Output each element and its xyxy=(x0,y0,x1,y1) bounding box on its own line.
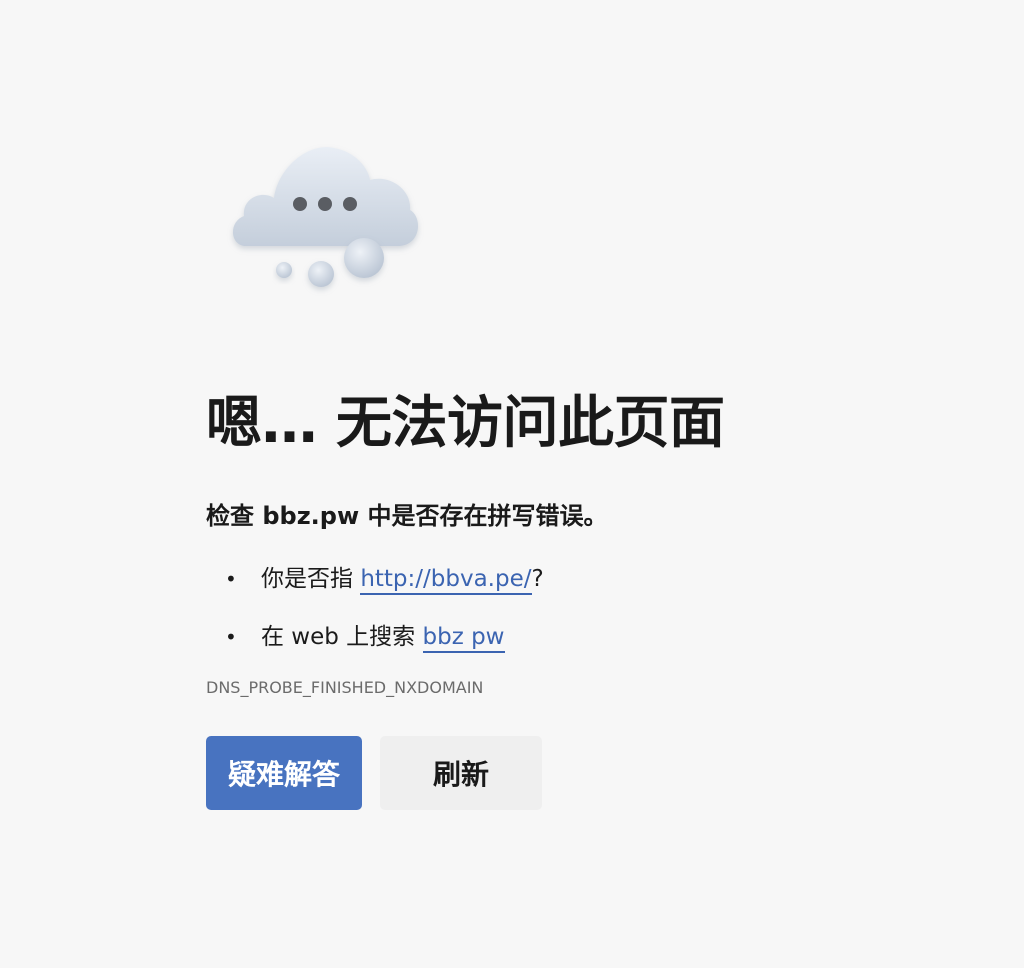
search-web-text: 在 web 上搜索 xyxy=(261,624,423,650)
thinking-cloud-icon xyxy=(224,138,424,298)
did-you-mean-text: 你是否指 xyxy=(261,566,361,592)
suggestion-list: • 你是否指 http://bbva.pe/? • 在 web 上搜索 bbz … xyxy=(206,562,986,654)
did-you-mean-link[interactable]: http://bbva.pe/ xyxy=(360,566,532,595)
list-item-search-web: • 在 web 上搜索 bbz pw xyxy=(206,620,986,654)
troubleshoot-button[interactable]: 疑难解答 xyxy=(206,736,362,810)
list-item-did-you-mean: • 你是否指 http://bbva.pe/? xyxy=(206,562,986,596)
did-you-mean-suffix: ? xyxy=(531,566,544,592)
error-code: DNS_PROBE_FINISHED_NXDOMAIN xyxy=(206,678,484,697)
bullet: • xyxy=(225,625,237,649)
error-content: 嗯… 无法访问此页面 检查 bbz.pw 中是否存在拼写错误。 • 你是否指 h… xyxy=(206,388,986,810)
error-subtitle: 检查 bbz.pw 中是否存在拼写错误。 xyxy=(206,502,608,530)
page-title: 嗯… 无法访问此页面 xyxy=(206,391,725,456)
action-buttons: 疑难解答 刷新 xyxy=(206,736,986,810)
search-web-link[interactable]: bbz pw xyxy=(422,624,505,653)
refresh-button[interactable]: 刷新 xyxy=(380,736,542,810)
bullet: • xyxy=(225,567,237,591)
